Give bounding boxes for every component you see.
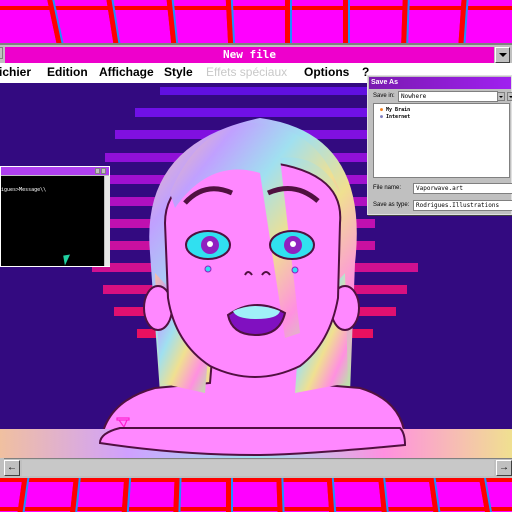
menu-edition[interactable]: Edition	[47, 65, 88, 79]
grid-line	[226, 478, 231, 512]
grid-background-bottom	[0, 478, 512, 512]
horizontal-scrollbar[interactable]: ← →	[4, 458, 512, 476]
filename-label: File name:	[373, 185, 402, 191]
console-window: igues>Message\\	[0, 166, 110, 267]
grid-line	[285, 0, 290, 44]
dialog-title[interactable]: Save As	[369, 77, 511, 89]
list-item-internet[interactable]: ● Internet	[380, 114, 410, 120]
tear-right	[291, 266, 299, 274]
menu-fichier[interactable]: ichier	[0, 65, 31, 79]
scroll-track[interactable]	[22, 460, 494, 476]
window-dropdown-button[interactable]	[495, 47, 510, 63]
console-output[interactable]: igues>Message\\	[1, 176, 104, 266]
save-in-label: Save in:	[373, 93, 395, 99]
grid-line	[401, 0, 408, 44]
file-list[interactable]: ● My Brain ● Internet	[373, 103, 510, 178]
grid-line	[0, 6, 512, 10]
globe-icon: ●	[380, 114, 384, 120]
arrow-left-icon[interactable]: ←	[4, 460, 20, 476]
save-in-select[interactable]: Nowhere	[398, 91, 498, 102]
mouse-cursor-icon	[63, 254, 72, 266]
grid-background-top	[0, 0, 512, 44]
save-as-dialog: Save As Save in: Nowhere ● My Brain ● In…	[367, 75, 512, 215]
save-type-label: Save as type:	[373, 202, 410, 208]
grid-line	[326, 478, 335, 512]
console-title-bar[interactable]	[1, 167, 109, 175]
brain-icon: ●	[380, 107, 384, 113]
grid-line	[343, 0, 348, 44]
face	[163, 159, 342, 378]
tear-left	[204, 265, 212, 273]
console-scrollbar[interactable]	[105, 176, 110, 266]
save-type-select[interactable]: Rodrigues.Illustrations	[413, 200, 512, 211]
console-minimize-button[interactable]	[95, 168, 100, 174]
up-folder-button[interactable]	[507, 92, 512, 101]
pupil-highlight-left	[207, 241, 213, 247]
pupil-highlight-right	[290, 241, 296, 247]
arrow-right-icon[interactable]: →	[496, 460, 512, 476]
list-item-my-brain[interactable]: ● My Brain	[380, 107, 410, 113]
console-maximize-button[interactable]	[101, 168, 106, 174]
save-in-dropdown-button[interactable]	[497, 92, 505, 101]
grid-line	[276, 478, 283, 512]
window-title: New file	[223, 48, 276, 61]
menu-effets-speciaux[interactable]: Effets spéciaux	[206, 65, 287, 79]
filename-input[interactable]: Vaporwave.art	[413, 183, 512, 194]
system-menu-button[interactable]	[0, 47, 3, 59]
menu-style[interactable]: Style	[164, 65, 193, 79]
menu-options[interactable]: Options	[304, 65, 349, 79]
console-prompt: igues>Message\\	[1, 187, 47, 193]
menu-affichage[interactable]: Affichage	[99, 65, 154, 79]
title-bar[interactable]: New file	[5, 47, 494, 63]
